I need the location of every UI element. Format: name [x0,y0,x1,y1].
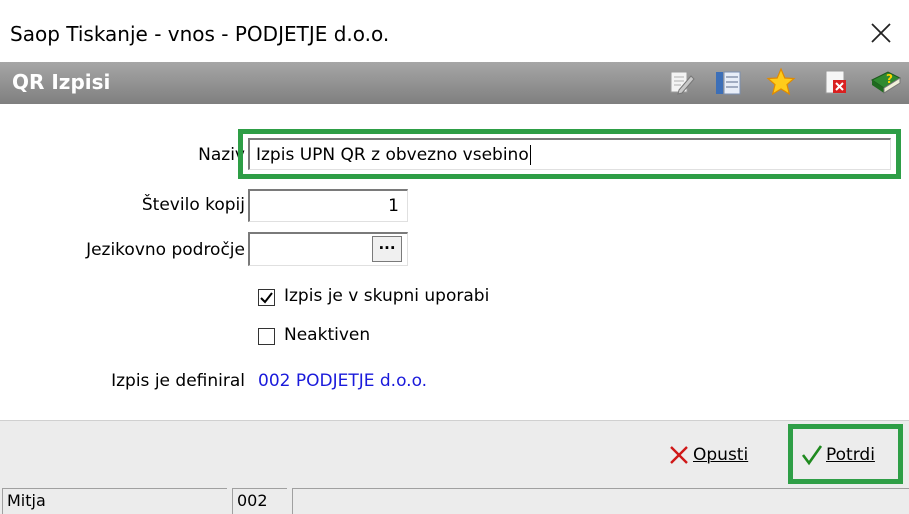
status-code: 002 [232,488,287,514]
naziv-input[interactable]: Izpis UPN QR z obvezno vsebino [248,138,891,170]
status-bar: Mitja 002 [0,486,909,514]
cancel-button-label: Opusti [693,445,749,465]
definiral-label: Izpis je definiral [111,371,245,391]
skupna-uporaba-label: Izpis je v skupni uporabi [284,286,490,306]
button-bar [0,420,909,487]
skupna-uporaba-checkbox[interactable] [258,289,275,306]
list-icon[interactable] [712,66,744,98]
svg-text:?: ? [886,72,893,86]
cancel-x-icon [670,446,688,464]
delete-document-icon[interactable] [820,66,852,98]
stevilo-kopij-value: 1 [388,196,399,216]
checkmark-icon [260,292,273,304]
window-titlebar: Saop Tiskanje - vnos - PODJETJE d.o.o. [0,0,909,62]
section-title: QR Izpisi [12,70,111,94]
help-book-icon[interactable]: ? [868,66,902,98]
text-cursor [529,145,531,165]
stevilo-kopij-input[interactable]: 1 [248,189,408,222]
naziv-value: Izpis UPN QR z obvezno vsebino [256,145,529,165]
neaktiven-checkbox[interactable] [258,328,275,345]
browse-dots-icon: ··· [378,239,396,257]
confirm-button[interactable]: Potrdi [800,440,875,470]
neaktiven-label: Neaktiven [284,325,371,345]
definiral-value: 002 PODJETJE d.o.o. [258,371,428,391]
close-button[interactable] [862,14,902,54]
edit-icon[interactable] [665,66,697,98]
window-title: Saop Tiskanje - vnos - PODJETJE d.o.o. [10,22,390,46]
jezikovno-podrocje-browse-button[interactable]: ··· [372,236,402,262]
confirm-button-label: Potrdi [826,445,875,465]
close-icon [871,23,891,43]
status-user: Mitja [2,488,227,514]
stevilo-kopij-label: Število kopij [141,195,245,215]
status-empty-panel [292,488,909,514]
cancel-button[interactable]: Opusti [668,440,748,470]
jezikovno-podrocje-label: Jezikovno področje [86,240,245,260]
confirm-check-icon [801,445,823,466]
favorite-star-icon[interactable] [765,66,797,98]
